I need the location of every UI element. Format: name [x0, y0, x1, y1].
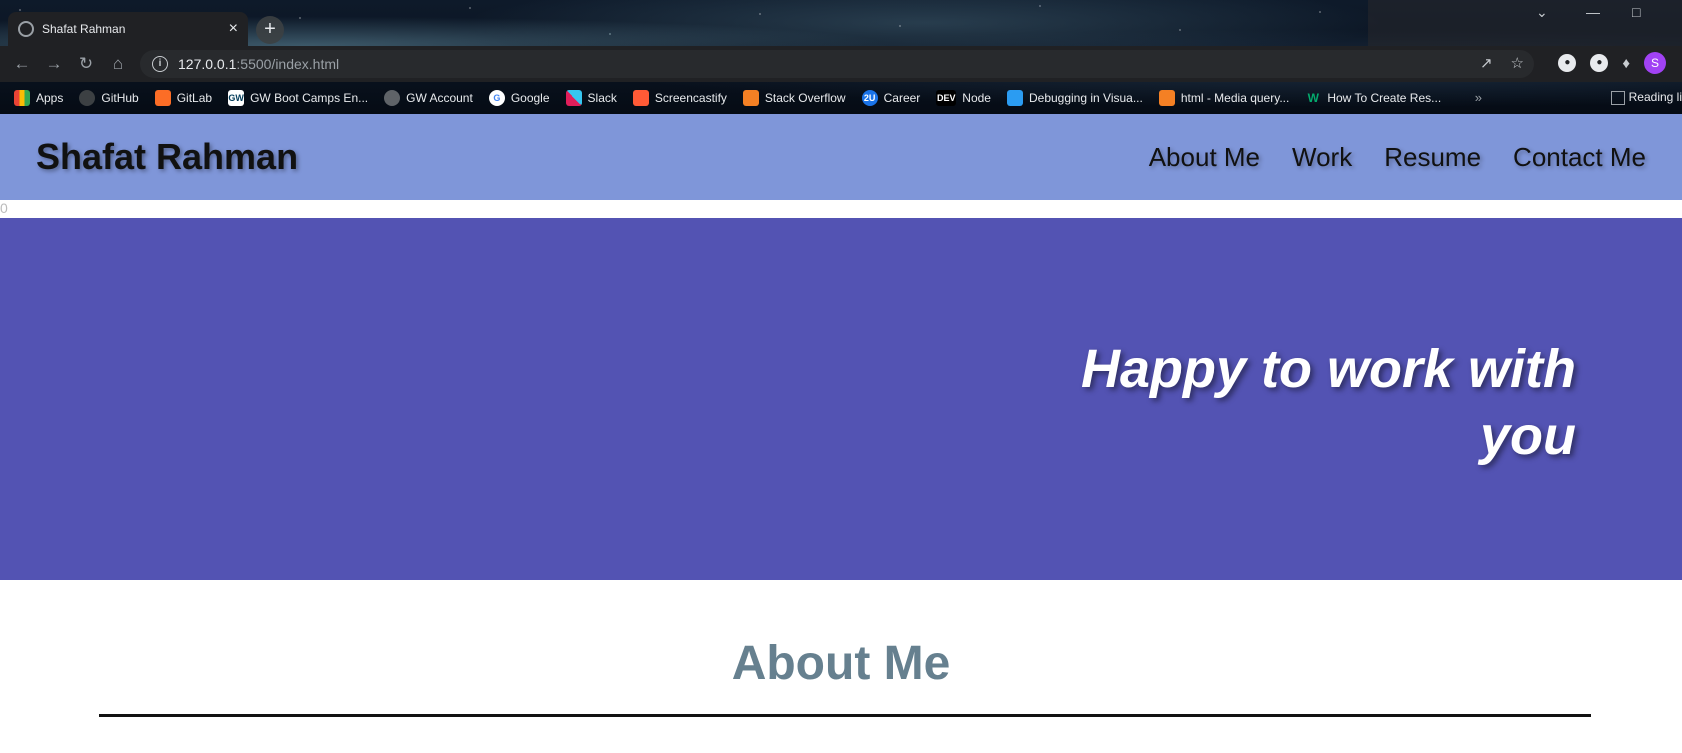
- dev-icon: DEV: [936, 90, 957, 106]
- bookmark-label: GW Boot Camps En...: [250, 91, 369, 105]
- bookmark-label: Google: [510, 91, 550, 105]
- bookmark-google[interactable]: G Google: [488, 90, 550, 106]
- w-icon: W: [1307, 91, 1319, 105]
- bookmark-github[interactable]: GitHub: [79, 90, 139, 106]
- extension-privacy-icon[interactable]: ●: [1590, 54, 1609, 72]
- tab-search-icon[interactable]: ⌄: [1536, 4, 1548, 21]
- bookmark-label: Stack Overflow: [764, 91, 846, 105]
- bookmark-stack-overflow[interactable]: Stack Overflow: [742, 90, 846, 106]
- site-nav: About Me Work Resume Contact Me: [1149, 142, 1646, 173]
- bookmark-label: GW Account: [406, 91, 473, 105]
- share-icon[interactable]: ↗: [1480, 54, 1493, 72]
- bookmark-career[interactable]: 2U Career: [861, 90, 921, 106]
- bookmark-gw-account[interactable]: GW Account: [384, 90, 473, 106]
- forward-icon[interactable]: →: [38, 54, 70, 74]
- bookmark-label: html - Media query...: [1180, 91, 1290, 105]
- vscode-icon: [1006, 90, 1023, 106]
- site-header: Shafat Rahman About Me Work Resume Conta…: [0, 114, 1682, 200]
- browser-toolbar: ← → ↻ ⌂ i 127.0.0.1:5500/index.html ↗ ☆ …: [0, 46, 1682, 82]
- tab-strip: Shafat Rahman × + ⌄ — □: [0, 0, 1682, 46]
- new-tab-button[interactable]: +: [256, 16, 284, 44]
- stray-text: 0: [0, 200, 8, 216]
- tab-close-icon[interactable]: ×: [229, 20, 238, 38]
- nav-resume[interactable]: Resume: [1384, 142, 1481, 173]
- bookmarks-bar: Apps GitHub GitLab GW GW Boot Camps En...…: [0, 82, 1682, 114]
- bookmark-apps[interactable]: Apps: [14, 90, 63, 106]
- 2u-icon: 2U: [861, 90, 878, 106]
- stackoverflow-icon: [742, 90, 759, 106]
- about-me-heading: About Me: [731, 637, 951, 690]
- bookmark-label: How To Create Res...: [1327, 91, 1442, 105]
- puzzle-extensions-icon[interactable]: ♦: [1622, 55, 1630, 72]
- address-bar[interactable]: i 127.0.0.1:5500/index.html ↗ ☆: [140, 50, 1534, 78]
- bookmark-label: GitHub: [101, 91, 139, 105]
- google-icon: G: [488, 90, 505, 106]
- apps-grid-icon: [14, 90, 30, 106]
- bookmark-label: Screencastify: [654, 91, 727, 105]
- bookmark-gitlab[interactable]: GitLab: [154, 90, 213, 106]
- globe-icon: [384, 90, 401, 106]
- bookmark-label: Career: [883, 91, 921, 105]
- github-icon: [79, 90, 96, 106]
- bookmark-screencastify[interactable]: Screencastify: [632, 90, 727, 106]
- stackoverflow-icon: [1158, 90, 1175, 106]
- nav-about-me[interactable]: About Me: [1149, 142, 1260, 173]
- slack-icon: [565, 90, 582, 106]
- hero-banner: Happy to work with you: [0, 218, 1682, 580]
- globe-icon: [18, 21, 34, 37]
- reading-list-button[interactable]: Reading li: [1607, 90, 1682, 105]
- bookmark-debugging-vscode[interactable]: Debugging in Visua...: [1006, 90, 1143, 106]
- extension-search-icon[interactable]: ●: [1558, 54, 1577, 72]
- bookmark-how-to-create[interactable]: W How To Create Res...: [1305, 90, 1442, 106]
- bookmark-slack[interactable]: Slack: [565, 90, 617, 106]
- minimize-icon[interactable]: —: [1586, 4, 1600, 20]
- tab-title: Shafat Rahman: [42, 22, 126, 36]
- browser-chrome: Shafat Rahman × + ⌄ — □ ← → ↻ ⌂ i 127.0.…: [0, 0, 1682, 114]
- hero-heading: Happy to work with you: [1080, 339, 1576, 466]
- back-icon[interactable]: ←: [6, 54, 38, 74]
- bookmark-label: Apps: [36, 91, 64, 105]
- site-name: Shafat Rahman: [36, 136, 299, 177]
- bookmark-label: Node: [962, 91, 991, 105]
- maximize-icon[interactable]: □: [1632, 4, 1640, 20]
- home-icon[interactable]: ⌂: [102, 54, 134, 74]
- bookmark-label: Slack: [587, 91, 617, 105]
- extensions-area: ● ● ♦ S: [1558, 52, 1666, 74]
- bookmark-gw-boot-camps[interactable]: GW GW Boot Camps En...: [228, 90, 368, 106]
- reload-icon[interactable]: ↻: [70, 54, 102, 74]
- url-path: :5500/index.html: [236, 56, 340, 72]
- profile-avatar[interactable]: S: [1644, 52, 1666, 74]
- screencastify-icon: [632, 90, 649, 106]
- bookmark-node[interactable]: DEV Node: [936, 90, 991, 106]
- gw-icon: GW: [228, 90, 245, 106]
- section-divider: [99, 714, 1591, 717]
- bookmark-label: Debugging in Visua...: [1028, 91, 1143, 105]
- bookmark-media-query[interactable]: html - Media query...: [1158, 90, 1290, 106]
- url-host: 127.0.0.1: [178, 56, 237, 72]
- browser-tab[interactable]: Shafat Rahman ×: [8, 12, 248, 46]
- site-info-icon[interactable]: i: [152, 56, 168, 72]
- bookmark-label: GitLab: [176, 91, 213, 105]
- more-bookmarks-icon[interactable]: »: [1475, 90, 1482, 105]
- bookmark-star-icon[interactable]: ☆: [1511, 54, 1524, 72]
- gitlab-icon: [154, 90, 171, 106]
- nav-contact-me[interactable]: Contact Me: [1513, 142, 1646, 173]
- nav-work[interactable]: Work: [1292, 142, 1352, 173]
